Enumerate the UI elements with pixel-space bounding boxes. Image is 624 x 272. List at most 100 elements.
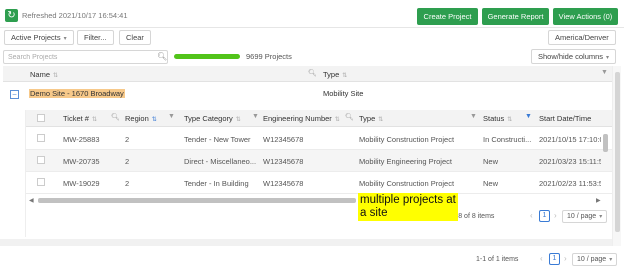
engineering-number-cell: W12345678 [263,179,304,188]
start-date-cell: 2021/10/15 17:10:0 [539,135,601,144]
column-header-ticket-label: Ticket # [63,114,89,123]
column-search-icon[interactable]: 🔍︎ [308,69,317,77]
column-header-status-label: Status [483,114,505,123]
column-header-type-category[interactable]: Type Category ⇅ [184,114,241,123]
sort-icon[interactable]: ⇅ [342,73,347,79]
search-icon[interactable]: 🔍︎ [157,52,167,61]
view-actions-button[interactable]: View Actions (0) [553,8,618,25]
sort-icon[interactable]: ⇅ [335,117,340,123]
nested-vertical-scrollbar[interactable] [603,130,609,190]
search-input[interactable] [3,50,168,64]
start-date-cell: 2021/02/23 11:53:5 [539,179,601,188]
timezone-dropdown[interactable]: America/Denver [548,30,616,45]
table-row[interactable]: MW-20735 2 Direct - Miscellaneo... W1234… [26,150,614,172]
filter-icon[interactable]: ▼ [601,69,608,76]
column-header-type[interactable]: Type ⇅ [323,70,347,79]
select-all-checkbox[interactable] [37,114,45,122]
page-number-button[interactable]: 1 [539,210,550,222]
type-category-cell: Tender - New Tower [184,135,251,144]
scroll-left-arrow-icon[interactable]: ◀ [29,197,34,204]
table-row[interactable]: MW-19029 2 Tender - In Building W1234567… [26,172,614,194]
column-search-icon[interactable]: 🔍︎ [345,113,354,121]
row-checkbox[interactable] [37,178,45,186]
status-cell: New [483,179,499,188]
top-bar: ↻ Refreshed 2021/10/17 16:54:41 Create P… [0,0,624,27]
scroll-right-arrow-icon[interactable]: ▶ [596,197,601,204]
sort-icon[interactable]: ⇅ [92,117,97,123]
load-progress-bar [174,54,240,59]
active-projects-label: Active Projects [11,33,61,42]
active-filter-icon[interactable]: ▼ [525,113,532,120]
type-cell: Mobility Construction Project [359,179,455,188]
search-row: 🔍︎ 9699 Projects Show/hide columns▾ [0,48,624,66]
column-header-status[interactable]: Status ⇅ [483,114,512,123]
load-progress-fill [174,54,240,59]
nested-pagination-summary: 1-8 of 8 items [452,213,495,220]
type-cell: Mobility Construction Project [359,135,455,144]
filter-icon[interactable]: ▼ [252,113,259,120]
column-header-type-category-label: Type Category [184,114,233,123]
refresh-button[interactable]: ↻ [5,9,18,22]
site-row[interactable]: − Demo Site - 1670 Broadway Mobility Sit… [3,84,614,104]
create-project-button[interactable]: Create Project [417,8,478,25]
chevron-down-icon: ▾ [609,257,613,263]
next-page-icon[interactable]: › [554,211,557,220]
page-size-select[interactable]: 10 / page ▾ [572,253,618,266]
active-projects-dropdown[interactable]: Active Projects ▾ [4,30,74,45]
page-size-label: 10 / page [577,256,607,263]
column-header-region[interactable]: Region ⇅ [125,114,157,123]
site-name[interactable]: Demo Site - 1670 Broadway [29,89,125,98]
start-date-cell: 2021/03/23 15:11:5 [539,157,601,166]
page-size-select[interactable]: 10 / page ▾ [562,210,608,223]
ticket-cell[interactable]: MW-20735 [63,157,100,166]
column-header-start-date[interactable]: Start Date/Time [539,114,591,123]
outer-horizontal-scrollbar[interactable] [0,239,612,246]
row-checkbox[interactable] [37,134,45,142]
refreshed-timestamp: Refreshed 2021/10/17 16:54:41 [22,11,128,20]
sort-icon[interactable]: ⇅ [53,73,58,79]
show-hide-columns-label: Show/hide columns [538,52,604,61]
outer-vertical-scrollbar[interactable] [612,66,621,246]
filter-icon[interactable]: ▼ [168,113,175,120]
filter-button[interactable]: Filter... [77,30,114,45]
scroll-thumb[interactable] [38,198,356,203]
column-header-name[interactable]: Name ⇅ [30,70,58,79]
next-page-icon[interactable]: › [564,254,567,263]
column-header-engineering-number[interactable]: Engineering Number ⇅ [263,114,340,123]
sort-icon[interactable]: ⇅ [378,117,383,123]
collapse-row-button[interactable]: − [10,90,19,99]
prev-page-icon[interactable]: ‹ [540,254,543,263]
projects-table-header: Name ⇅ 🔍︎ Type ⇅ ▼ [3,66,614,82]
scroll-thumb[interactable] [603,134,608,152]
page-size-label: 10 / page [567,213,597,220]
generate-report-button[interactable]: Generate Report [482,8,549,25]
column-header-type-label: Type [323,70,340,79]
type-category-cell: Direct - Miscellaneo... [184,157,257,166]
chevron-down-icon: ▾ [63,36,67,42]
show-hide-columns-button[interactable]: Show/hide columns ▾ [531,49,617,64]
chevron-down-icon: ▾ [599,214,603,220]
table-row[interactable]: MW-25883 2 Tender - New Tower W12345678 … [26,128,614,150]
prev-page-icon[interactable]: ‹ [530,211,533,220]
sort-icon[interactable]: ⇅ [507,117,512,123]
ticket-cell[interactable]: MW-19029 [63,179,100,188]
sort-icon[interactable]: ⇅ [152,117,157,123]
filter-bar: Active Projects ▾ Filter... Clear America… [0,27,624,47]
ticket-cell[interactable]: MW-25883 [63,135,100,144]
page-number-button[interactable]: 1 [549,253,560,265]
row-checkbox[interactable] [37,156,45,164]
column-header-type[interactable]: Type ⇅ [359,114,383,123]
scroll-thumb[interactable] [615,72,620,232]
filter-icon[interactable]: ▼ [470,113,477,120]
column-header-region-label: Region [125,114,149,123]
clear-button[interactable]: Clear [119,30,151,45]
column-header-type-label: Type [359,114,376,123]
sort-icon[interactable]: ⇅ [236,117,241,123]
column-header-ticket[interactable]: Ticket # ⇅ [63,114,97,123]
site-type: Mobility Site [323,89,364,98]
chevron-down-icon: ▾ [606,55,610,61]
nested-horizontal-scrollbar[interactable]: ◀ ▶ [26,197,606,205]
column-search-icon[interactable]: 🔍︎ [111,113,120,121]
nested-table-header: Ticket # ⇅ 🔍︎ Region ⇅ ▼ Type Category ⇅ ▼ … [26,110,614,127]
column-header-start-date-label: Start Date/Time [539,114,592,123]
